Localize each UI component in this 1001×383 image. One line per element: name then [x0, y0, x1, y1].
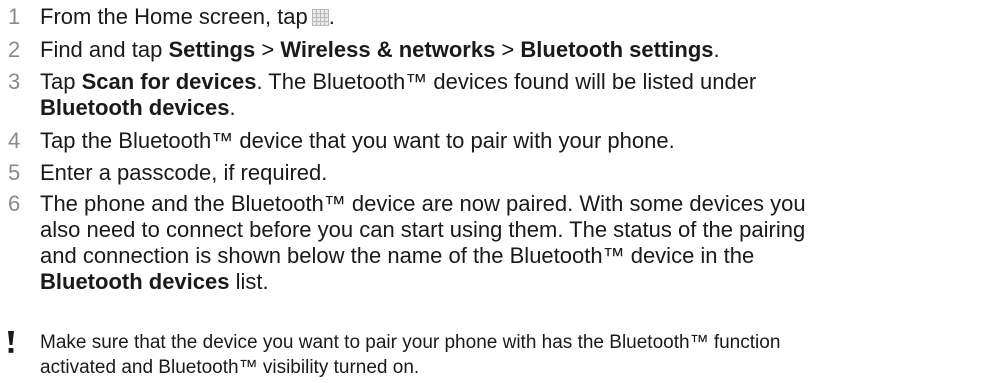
step-number: 6: [8, 191, 21, 216]
exclamation-icon: [8, 331, 14, 353]
apps-grid-icon: [311, 9, 329, 26]
step-number: 5: [8, 160, 21, 185]
note-text: Make sure that the device you want to pa…: [40, 332, 781, 378]
settings-label: Settings: [168, 37, 256, 62]
step-text: Enter a passcode, if required.: [40, 160, 328, 185]
bluetooth-devices-label: Bluetooth devices: [40, 95, 230, 120]
step-number: 2: [8, 37, 21, 62]
bluetooth-settings-label: Bluetooth settings: [520, 37, 714, 62]
scan-for-devices-label: Scan for devices: [81, 69, 257, 94]
wireless-networks-label: Wireless & networks: [280, 37, 496, 62]
step-number: 3: [8, 69, 21, 94]
step-number: 1: [8, 4, 21, 29]
step-text: Tap Scan for devices. The Bluetooth™ dev…: [40, 69, 757, 120]
step-text: Tap the Bluetooth™ device that you want …: [40, 128, 675, 153]
bluetooth-devices-label: Bluetooth devices: [40, 269, 230, 294]
step-number: 4: [8, 128, 21, 153]
step-text: Find and tap Settings > Wireless & netwo…: [40, 37, 720, 62]
step-text: The phone and the Bluetooth™ device are …: [40, 191, 806, 294]
step-text: From the Home screen, tap.: [40, 4, 335, 29]
